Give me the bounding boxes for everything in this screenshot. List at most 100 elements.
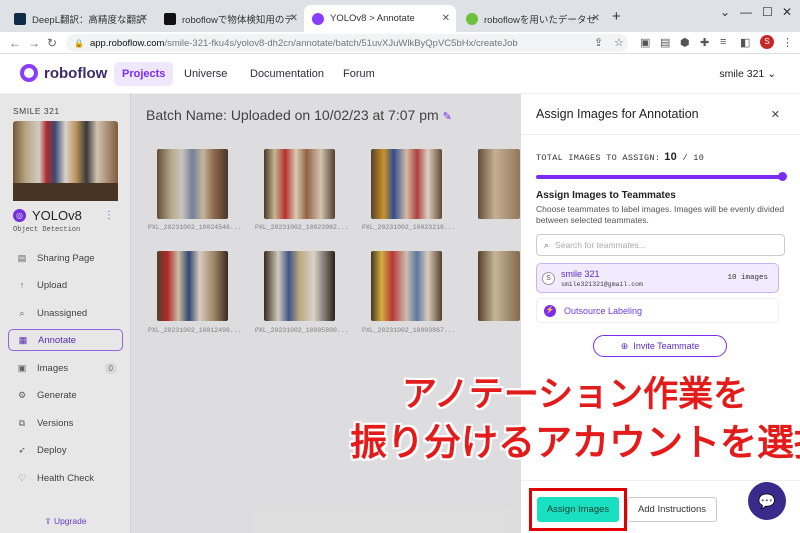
panel-title: Assign Images for Annotation [536, 107, 699, 121]
nav-universe[interactable]: Universe [176, 62, 235, 86]
slider-handle[interactable] [778, 172, 787, 181]
back-icon[interactable]: ← [9, 36, 21, 50]
star-icon[interactable]: ☆ [614, 36, 624, 49]
page-title: Batch Name: Uploaded on 10/02/23 at 7:07… [146, 107, 452, 123]
image-caption: PXL_20231002_10005800... [255, 327, 349, 334]
maximize-icon[interactable]: ☐ [762, 5, 773, 19]
brand-logo[interactable]: roboflow [20, 64, 107, 82]
teammate-search-input[interactable]: ⌕ Search for teammates... [536, 234, 785, 256]
address-bar-row: ← → ↻ 🔒 app.roboflow.com/smile-321-fku4s… [0, 32, 800, 54]
chat-icon[interactable]: 💬 [748, 482, 786, 520]
add-user-icon: ⊕ [620, 340, 629, 351]
sidebar-item-annotate[interactable]: ▦ Annotate [8, 329, 123, 351]
nav-documentation[interactable]: Documentation [242, 62, 332, 86]
upgrade-icon: ⇪ [44, 516, 52, 526]
image-caption: PXL_20231002_10012496... [148, 327, 242, 334]
forward-icon[interactable]: → [28, 36, 40, 50]
health-icon: ♡ [17, 472, 27, 483]
image-thumbnail[interactable] [371, 251, 442, 321]
browser-tab-article[interactable]: roboflowを用いたデータセットのアノ ✕ [458, 5, 606, 32]
chevron-down-icon: ⌄ [767, 68, 776, 80]
browser-tab-bar: DeepL翻訳：高精度な翻訳ツール ✕ roboflowで物体検知用のデータセッ… [0, 0, 800, 32]
minimize-icon[interactable]: — [740, 5, 752, 19]
app-navbar: roboflow Projects Universe Documentation… [0, 54, 800, 94]
image-caption: PXL_20231002_10023216... [362, 224, 456, 231]
sidepanel-icon[interactable]: ◧ [740, 36, 750, 49]
new-tab-button[interactable]: + [612, 8, 621, 25]
menu-icon[interactable]: ⋮ [782, 36, 793, 49]
image-thumbnail[interactable] [157, 251, 228, 321]
sidebar-item-generate[interactable]: ⚙ Generate [8, 384, 123, 406]
invite-teammate-button[interactable]: ⊕ Invite Teammate [593, 335, 727, 357]
outsource-labeling-option[interactable]: ⚡ Outsource Labeling [536, 298, 779, 323]
browser-tab-deepl[interactable]: DeepL翻訳：高精度な翻訳ツール ✕ [6, 5, 154, 32]
media-icon[interactable]: ≡ [720, 36, 726, 48]
assign-images-panel: Assign Images for Annotation ✕ TOTAL IMA… [520, 94, 800, 533]
project-thumbnail[interactable] [13, 121, 118, 201]
deploy-icon: ➶ [18, 444, 26, 455]
puzzle-icon[interactable]: ✚ [700, 36, 709, 49]
sidebar-item-deploy[interactable]: ➶ Deploy [8, 439, 123, 461]
extension-icon[interactable]: ▣ [640, 36, 650, 49]
close-icon[interactable]: ✕ [290, 13, 298, 24]
section-description: Choose teammates to label images. Images… [536, 204, 785, 225]
browser-tab-yolov8[interactable]: YOLOv8 > Annotate ✕ [304, 5, 456, 32]
add-instructions-button[interactable]: Add Instructions [627, 497, 717, 522]
image-thumbnail[interactable] [371, 149, 442, 219]
chevron-down-icon[interactable]: ⌄ [720, 5, 730, 19]
close-icon[interactable]: ✕ [442, 13, 450, 24]
divider [521, 480, 800, 481]
url-field[interactable]: 🔒 app.roboflow.com/smile-321-fku4s/yolov… [66, 34, 628, 52]
divider [521, 134, 800, 135]
image-count-slider[interactable] [536, 175, 784, 179]
assign-images-button[interactable]: Assign Images [537, 497, 619, 522]
project-type: Object Detection [13, 226, 81, 234]
deepl-icon [14, 12, 26, 25]
image-thumbnail[interactable] [478, 149, 520, 219]
annotation-caption-line2: 振り分けるアカウントを選択 [350, 421, 800, 464]
close-icon[interactable]: ✕ [140, 13, 148, 24]
globe-icon: ◎ [13, 209, 26, 222]
main-content: Batch Name: Uploaded on 10/02/23 at 7:07… [131, 94, 520, 533]
share-icon[interactable]: ⇪ [594, 36, 603, 49]
teammate-row[interactable]: S smile 321 smile321321@gmail.com 10 ima… [536, 263, 779, 293]
extension-icon[interactable]: ⬢ [680, 36, 690, 49]
search-icon: ⌕ [19, 307, 25, 318]
site-icon [466, 12, 478, 25]
nav-forum[interactable]: Forum [335, 62, 383, 86]
sidebar-item-sharing-page[interactable]: ▤ Sharing Page [8, 247, 123, 269]
browser-tab-notion[interactable]: roboflowで物体検知用のデータセット ✕ [156, 5, 304, 32]
more-icon[interactable]: ⋮ [104, 210, 114, 221]
roboflow-logo-icon [20, 64, 38, 82]
image-thumbnail[interactable] [478, 251, 520, 321]
upgrade-link[interactable]: ⇪ Upgrade [0, 516, 131, 527]
edit-icon[interactable]: ✎ [443, 111, 452, 123]
sidebar-item-images[interactable]: ▣ Images 0 [8, 357, 123, 379]
sidebar-item-upload[interactable]: ↑ Upload [8, 274, 123, 296]
image-thumbnail[interactable] [264, 251, 335, 321]
lightning-icon: ⚡ [544, 304, 556, 317]
user-menu[interactable]: smile 321 ⌄ [719, 68, 776, 80]
count-badge: 0 [104, 362, 117, 374]
reload-icon[interactable]: ↻ [47, 36, 57, 50]
generate-icon: ⚙ [17, 389, 27, 400]
image-count: 10 images [727, 274, 768, 282]
window-close-icon[interactable]: ✕ [782, 5, 792, 19]
versions-icon: ⧉ [18, 417, 26, 428]
sidebar-item-versions[interactable]: ⧉ Versions [8, 412, 123, 434]
notion-icon [164, 12, 176, 25]
image-thumbnail[interactable] [264, 149, 335, 219]
nav-projects[interactable]: Projects [114, 62, 174, 86]
sidebar-item-health-check[interactable]: ♡ Health Check [8, 467, 123, 489]
avatar[interactable]: S [760, 35, 774, 49]
annotation-caption-line1: アノテーション作業を [402, 375, 749, 415]
close-icon[interactable]: ✕ [592, 13, 600, 24]
sidebar-item-unassigned[interactable]: ⌕ Unassigned [8, 302, 123, 324]
extension-icon[interactable]: ▤ [660, 36, 670, 49]
layout-icon: ▤ [17, 252, 27, 263]
close-icon[interactable]: ✕ [771, 108, 780, 121]
teammate-name: smile 321 [561, 269, 600, 279]
avatar: S [542, 272, 555, 285]
image-caption: PXL_20231002_10024546... [148, 224, 242, 231]
image-thumbnail[interactable] [157, 149, 228, 219]
